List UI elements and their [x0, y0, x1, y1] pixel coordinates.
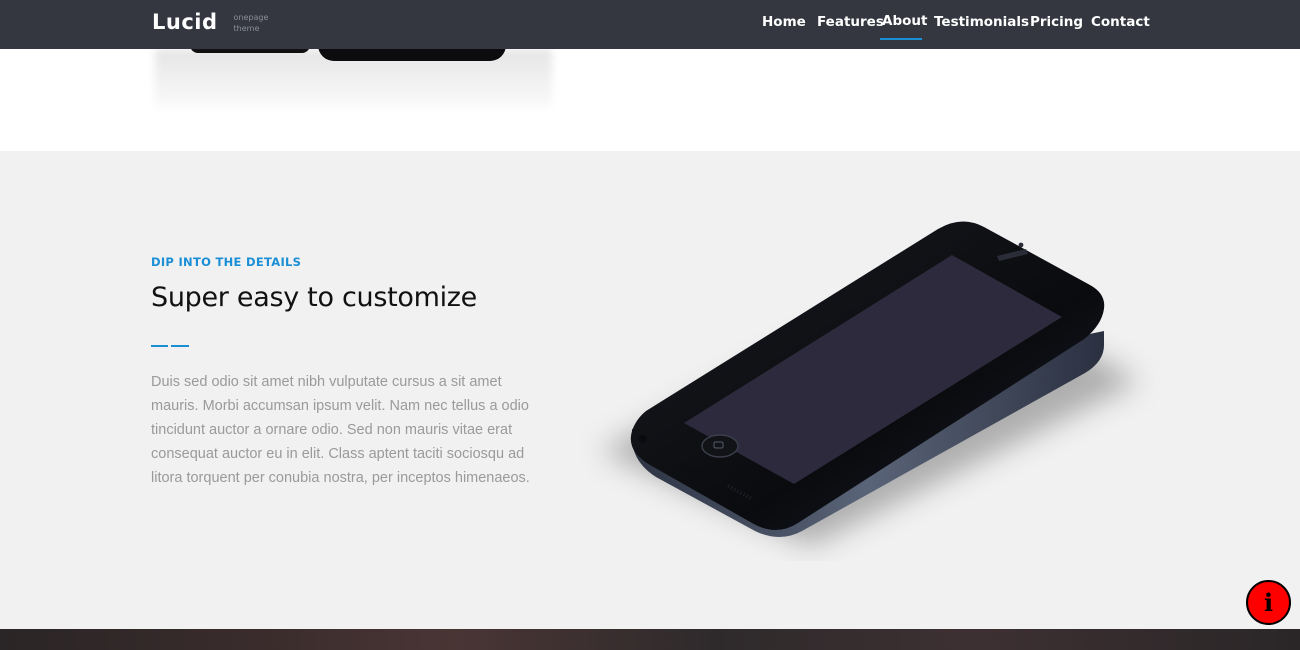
- section-body-text: Duis sed odio sit amet nibh vulputate cu…: [151, 374, 530, 486]
- nav-link-home[interactable]: Home: [762, 13, 806, 31]
- info-button[interactable]: i: [1246, 580, 1291, 625]
- section-eyebrow: DIP INTO THE DETAILS: [151, 255, 302, 269]
- divider-gap: [168, 344, 171, 348]
- section-heading: Super easy to customize: [151, 282, 477, 313]
- nav-menu: Home Features About Testimonials Pricing…: [0, 0, 1300, 49]
- nav-link-testimonials[interactable]: Testimonials: [934, 13, 1029, 31]
- next-section-background: [0, 629, 1300, 650]
- active-nav-indicator: [880, 38, 922, 40]
- nav-link-contact[interactable]: Contact: [1091, 13, 1150, 31]
- nav-link-about[interactable]: About: [882, 12, 927, 30]
- feature-section: DIP INTO THE DETAILS Super easy to custo…: [0, 151, 1300, 629]
- smartphone-icon: [580, 201, 1160, 561]
- nav-link-features[interactable]: Features: [817, 13, 884, 31]
- top-navbar: Lucid onepage theme Home Features About …: [0, 0, 1300, 49]
- previous-section: [0, 45, 1300, 151]
- nav-link-pricing[interactable]: Pricing: [1030, 13, 1083, 31]
- info-icon: i: [1263, 587, 1274, 617]
